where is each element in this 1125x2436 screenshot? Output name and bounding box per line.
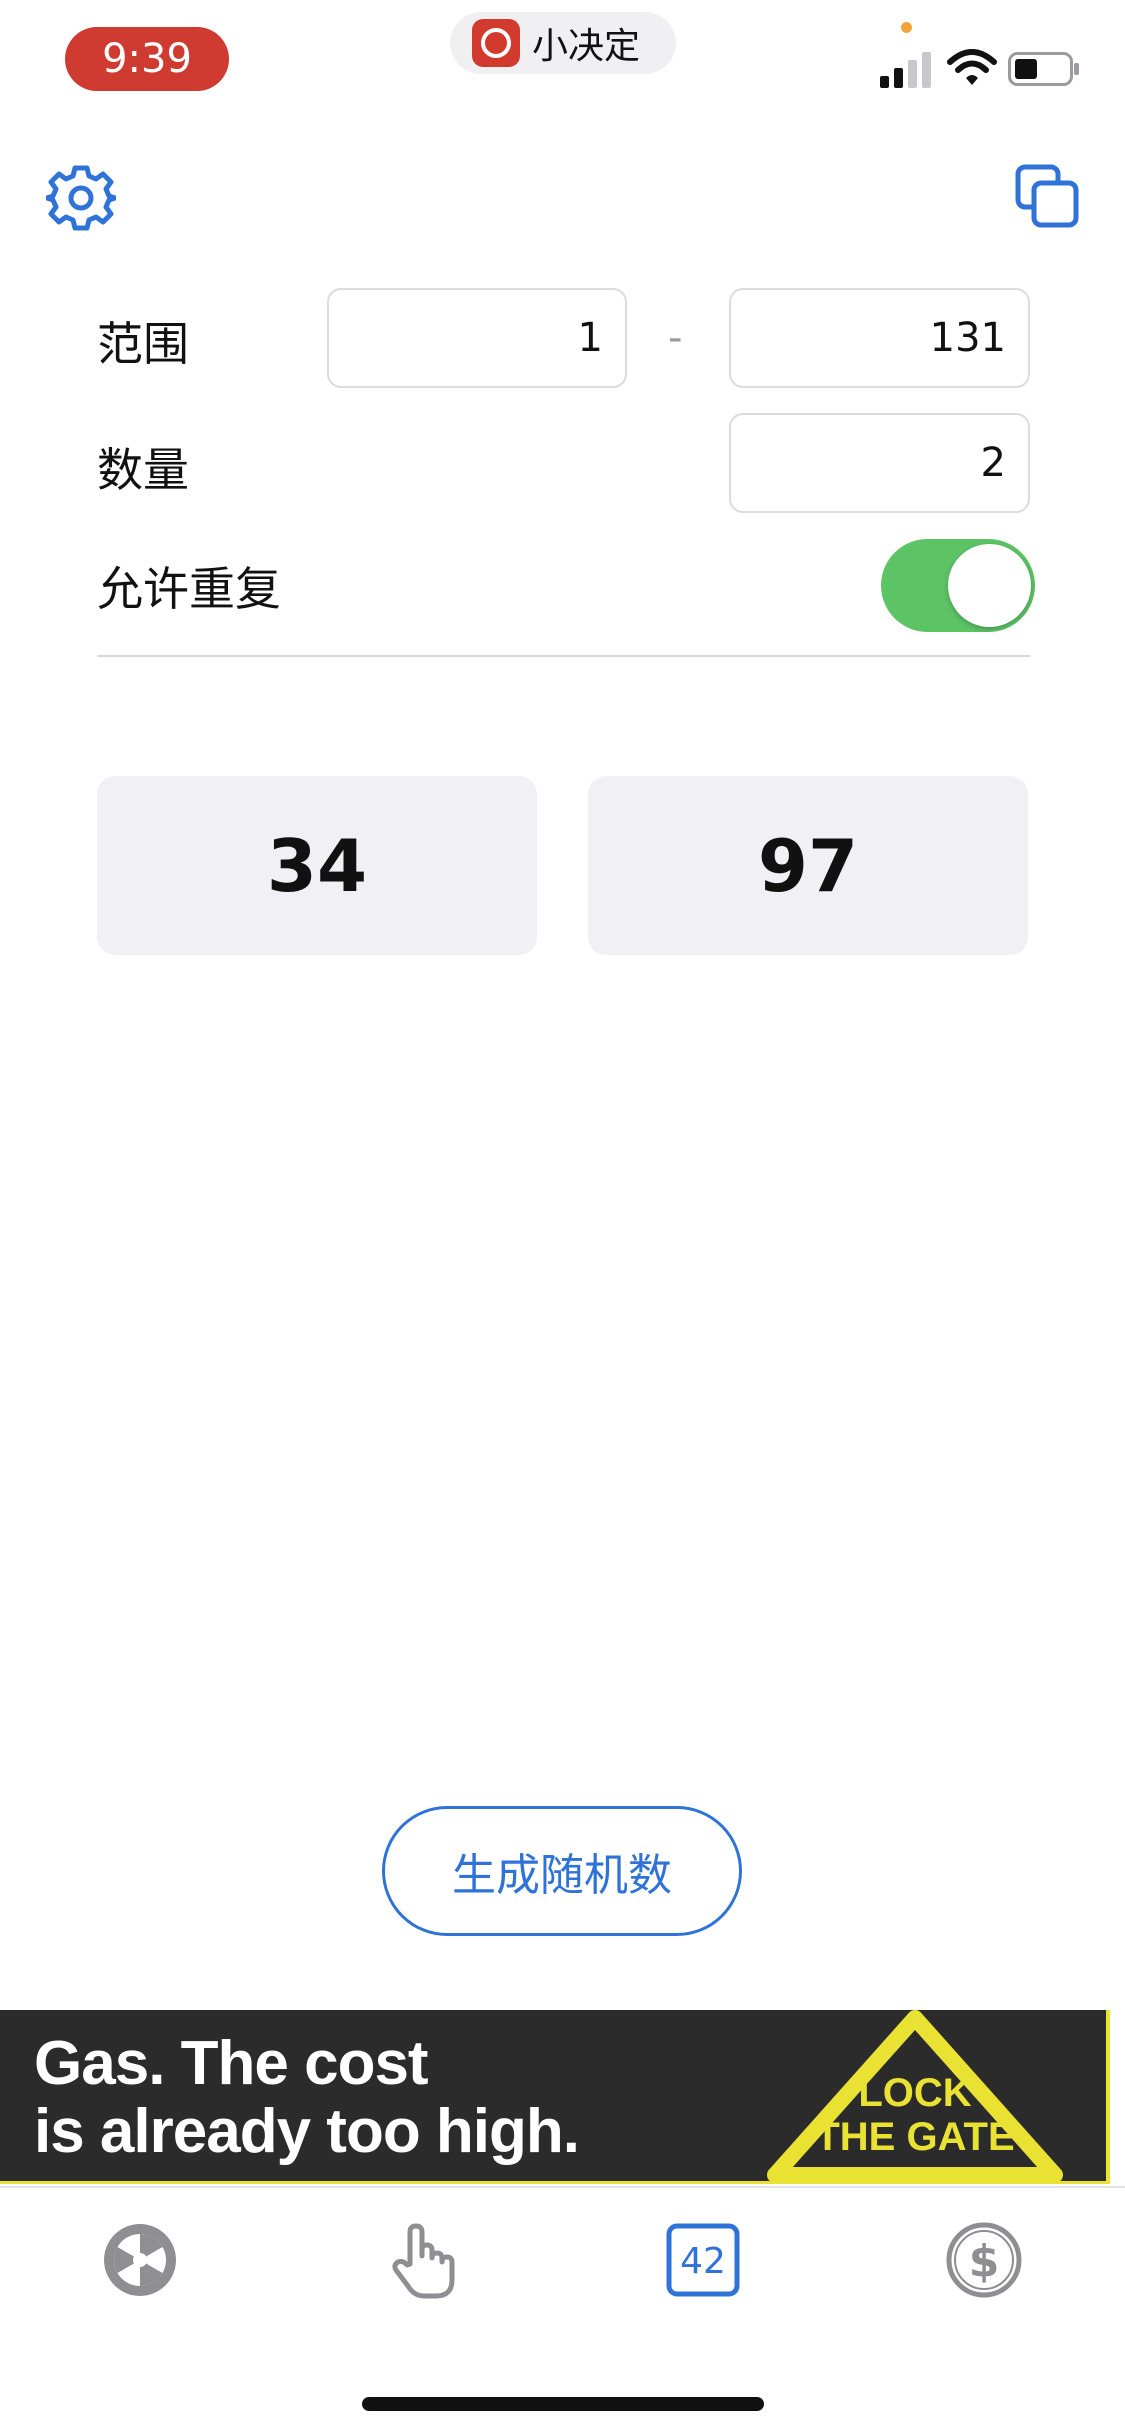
result-card: 97: [588, 776, 1028, 955]
ad-logo-line-1: LOCK: [858, 2071, 971, 2115]
ad-headline: Gas. The cost is already too high.: [34, 2029, 580, 2166]
dollar-coin-icon[interactable]: $: [944, 2220, 1024, 2300]
copy-icon[interactable]: [1014, 163, 1080, 229]
cellular-signal-icon: [880, 52, 931, 88]
number-tab-frame: 42: [666, 2223, 740, 2297]
battery-icon: [1008, 52, 1079, 86]
privacy-indicator-dot: [901, 22, 912, 33]
ad-logo-line-2: THE GATE: [815, 2115, 1014, 2159]
generate-random-button[interactable]: 生成随机数: [382, 1806, 742, 1936]
range-label: 范围: [97, 317, 189, 371]
svg-text:$: $: [969, 2236, 1000, 2287]
wifi-icon: [947, 49, 997, 85]
range-max-input[interactable]: 131: [729, 288, 1030, 388]
form-divider: [97, 655, 1030, 657]
range-separator: -: [668, 315, 683, 361]
allow-repeat-label: 允许重复: [97, 562, 281, 616]
number-icon[interactable]: 42: [663, 2220, 743, 2300]
wheel-icon[interactable]: [100, 2220, 180, 2300]
toggle-knob: [948, 544, 1031, 627]
number-tab-label: 42: [680, 2241, 726, 2282]
count-input[interactable]: 2: [729, 413, 1030, 513]
ad-logo-triangle: LOCK THE GATE: [767, 2010, 1063, 2181]
ad-line-1: Gas. The cost: [34, 2029, 429, 2098]
tap-hand-icon[interactable]: [382, 2220, 462, 2300]
allow-repeat-toggle[interactable]: [881, 539, 1035, 632]
tabbar-divider: [0, 2186, 1125, 2188]
settings-gear-icon[interactable]: [46, 163, 116, 233]
app-icon: [472, 19, 520, 67]
ad-line-2: is already too high.: [34, 2097, 580, 2166]
range-min-input[interactable]: 1: [327, 288, 627, 388]
ad-banner[interactable]: Gas. The cost is already too high. LOCK …: [0, 2010, 1110, 2184]
active-app-name: 小决定: [532, 26, 641, 67]
active-app-pill[interactable]: 小决定: [450, 12, 676, 74]
home-indicator[interactable]: [362, 2397, 764, 2411]
status-time: 9:39: [65, 27, 229, 91]
count-label: 数量: [97, 443, 189, 497]
result-card: 34: [97, 776, 537, 955]
